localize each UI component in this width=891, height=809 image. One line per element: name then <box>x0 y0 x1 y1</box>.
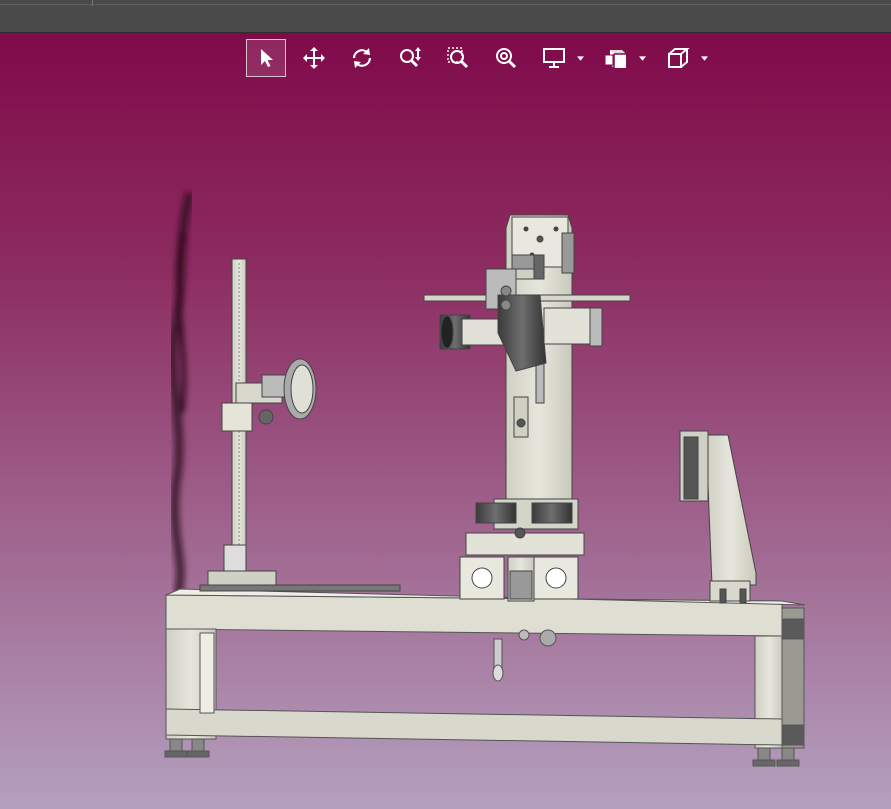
shaded-cube-icon <box>604 50 626 68</box>
view-toolbar <box>246 38 720 78</box>
gauge-stand[interactable] <box>199 258 401 592</box>
rotate-tool-button[interactable] <box>342 39 382 77</box>
vertical-column[interactable] <box>423 214 631 602</box>
table-frame[interactable] <box>164 588 806 767</box>
machine-assembly-model[interactable] <box>0 33 891 809</box>
shadow-artifact <box>168 191 195 595</box>
view-orientation-dropdown[interactable] <box>700 39 708 77</box>
title-bar-rule <box>0 4 891 5</box>
window-title-bar <box>0 0 891 33</box>
right-bracket[interactable] <box>679 430 757 604</box>
wire-cube-icon <box>668 48 690 68</box>
title-bar-divider <box>92 0 93 6</box>
crank-handle[interactable] <box>492 629 557 682</box>
chevron-down-icon <box>700 55 708 61</box>
zoom-window-button[interactable] <box>438 39 478 77</box>
display-dropdown[interactable] <box>576 39 584 77</box>
monitor-icon <box>543 48 565 68</box>
move-arrows-icon <box>303 47 325 69</box>
zoom-window-icon <box>447 47 469 69</box>
3d-viewport[interactable] <box>0 33 891 809</box>
zoom-tool-button[interactable] <box>390 39 430 77</box>
pan-tool-button[interactable] <box>294 39 334 77</box>
view-orientation-button[interactable] <box>658 39 698 77</box>
zoom-updown-icon <box>400 47 421 68</box>
chevron-down-icon <box>576 55 584 61</box>
chevron-down-icon <box>638 55 646 61</box>
zoom-fit-icon <box>496 48 517 69</box>
rotate-icon <box>352 48 372 68</box>
render-style-button[interactable] <box>596 39 636 77</box>
cursor-arrow-icon <box>261 49 273 67</box>
zoom-fit-button[interactable] <box>486 39 526 77</box>
select-tool-button[interactable] <box>246 39 286 77</box>
display-button[interactable] <box>534 39 574 77</box>
render-style-dropdown[interactable] <box>638 39 646 77</box>
